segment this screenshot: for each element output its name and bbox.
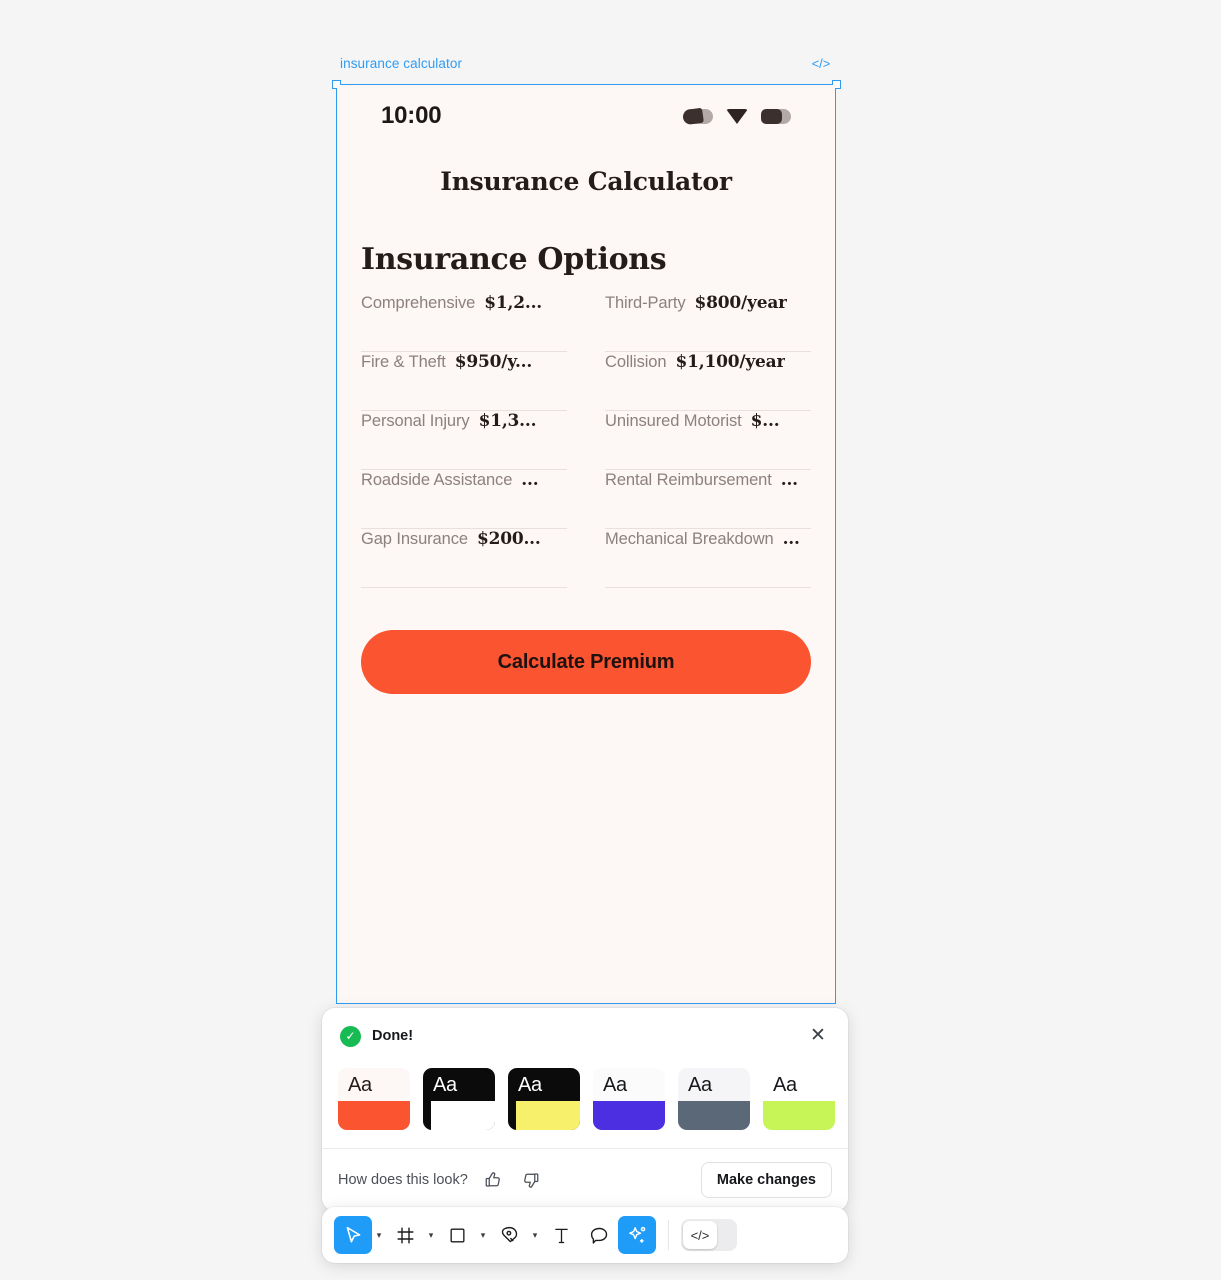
option-price: $200...: [476, 529, 541, 549]
option-name: Gap Insurance: [361, 530, 468, 548]
option-price: $800/year: [694, 293, 787, 313]
success-check-icon: ✓: [340, 1025, 361, 1047]
insurance-options-grid: Comprehensive $1,2... Third-Party $800/year…: [361, 293, 811, 588]
feedback-question: How does this look?: [338, 1172, 468, 1188]
calculate-premium-button[interactable]: Calculate Premium: [361, 630, 811, 694]
battery-icon: [761, 108, 791, 124]
option-name: Collision: [605, 353, 667, 371]
swatch-color-block: [338, 1101, 410, 1130]
option-price: $...: [750, 411, 780, 431]
make-changes-button[interactable]: Make changes: [700, 1162, 832, 1198]
shape-tool-chevron-down-icon[interactable]: ▾: [476, 1218, 490, 1252]
section-title: Insurance Options: [361, 242, 667, 277]
frame-tool-chevron-down-icon[interactable]: ▾: [424, 1218, 438, 1252]
swatch-type-sample: Aa: [603, 1074, 627, 1096]
frame-tool[interactable]: [386, 1216, 424, 1254]
figma-toolbar: ▾ ▾ ▾ ▾ </>: [322, 1207, 848, 1263]
swatch-type-sample: Aa: [518, 1074, 542, 1096]
pen-tool[interactable]: [490, 1216, 528, 1254]
option-price: ...: [521, 470, 539, 490]
status-icons: [683, 108, 791, 124]
insurance-option-row[interactable]: Rental Reimbursement...: [605, 470, 811, 529]
option-price: ...: [780, 470, 798, 490]
theme-swatch-lime[interactable]: Aa: [763, 1068, 835, 1130]
option-name: Fire & Theft: [361, 353, 446, 371]
theme-swatch-black-white[interactable]: Aa: [423, 1068, 495, 1130]
thumbs-up-icon[interactable]: [480, 1167, 506, 1193]
swatch-type-sample: Aa: [773, 1074, 797, 1096]
option-name: Third-Party: [605, 294, 686, 312]
option-price: $1,2...: [484, 293, 543, 313]
insurance-option-row[interactable]: Third-Party $800/year: [605, 293, 811, 352]
close-icon[interactable]: ✕: [806, 1024, 830, 1048]
option-name: Uninsured Motorist: [605, 412, 742, 430]
panel-footer: How does this look? Make changes: [322, 1148, 848, 1211]
option-price: ...: [782, 529, 800, 549]
toolbar-divider: [668, 1220, 669, 1250]
option-name: Personal Injury: [361, 412, 470, 430]
move-tool[interactable]: [334, 1216, 372, 1254]
pen-tool-chevron-down-icon[interactable]: ▾: [528, 1218, 542, 1252]
insurance-option-row[interactable]: Gap Insurance $200...: [361, 529, 567, 588]
thumbs-down-icon[interactable]: [518, 1167, 544, 1193]
shape-tool[interactable]: [438, 1216, 476, 1254]
option-name: Mechanical Breakdown: [605, 530, 774, 548]
phone-artboard[interactable]: 10:00 Insurance Calculator Insurance Opt…: [337, 85, 835, 1003]
signal-icon: [683, 108, 713, 124]
assistant-panel: ✓ Done! ✕ Aa Aa Aa Aa Aa Aa How does this loo…: [322, 1008, 848, 1211]
ai-actions-tool[interactable]: [618, 1216, 656, 1254]
text-tool[interactable]: [542, 1216, 580, 1254]
option-name: Roadside Assistance: [361, 471, 513, 489]
frame-code-icon[interactable]: </>: [810, 55, 832, 73]
swatch-type-sample: Aa: [348, 1074, 372, 1096]
status-time: 10:00: [381, 102, 442, 129]
option-price: $950/y...: [454, 352, 533, 372]
option-name: Comprehensive: [361, 294, 476, 312]
insurance-option-row[interactable]: Comprehensive $1,2...: [361, 293, 567, 352]
theme-swatch-slate[interactable]: Aa: [678, 1068, 750, 1130]
figma-canvas: insurance calculator </> 10:00 Insurance…: [0, 0, 1221, 1280]
frame-name-label[interactable]: insurance calculator: [340, 56, 462, 71]
swatch-color-block: [678, 1101, 750, 1130]
code-icon: </>: [683, 1221, 717, 1249]
theme-swatch-row: Aa Aa Aa Aa Aa Aa: [322, 1054, 848, 1148]
swatch-color-block: [516, 1101, 580, 1130]
theme-swatch-black-yellow[interactable]: Aa: [508, 1068, 580, 1130]
option-price: $1,3...: [478, 411, 537, 431]
panel-status-text: Done!: [372, 1028, 414, 1044]
status-bar: 10:00: [337, 85, 835, 147]
swatch-type-sample: Aa: [433, 1074, 457, 1096]
insurance-option-row[interactable]: Roadside Assistance...: [361, 470, 567, 529]
wifi-icon: [726, 108, 748, 124]
option-price: $1,100/year: [675, 352, 786, 372]
theme-swatch-violet[interactable]: Aa: [593, 1068, 665, 1130]
swatch-type-sample: Aa: [688, 1074, 712, 1096]
code-view-toggle[interactable]: </>: [681, 1219, 737, 1251]
swatch-color-block: [763, 1101, 835, 1130]
insurance-option-row[interactable]: Mechanical Breakdown...: [605, 529, 811, 588]
option-name: Rental Reimbursement: [605, 471, 772, 489]
insurance-option-row[interactable]: Personal Injury $1,3...: [361, 411, 567, 470]
swatch-color-block: [431, 1101, 495, 1130]
insurance-option-row[interactable]: Fire & Theft $950/y...: [361, 352, 567, 411]
swatch-color-block: [593, 1101, 665, 1130]
panel-header: ✓ Done! ✕: [322, 1008, 848, 1054]
insurance-option-row[interactable]: Uninsured Motorist $...: [605, 411, 811, 470]
move-tool-chevron-down-icon[interactable]: ▾: [372, 1218, 386, 1252]
theme-swatch-coral[interactable]: Aa: [338, 1068, 410, 1130]
app-title: Insurance Calculator: [440, 167, 732, 196]
insurance-option-row[interactable]: Collision $1,100/year: [605, 352, 811, 411]
comment-tool[interactable]: [580, 1216, 618, 1254]
